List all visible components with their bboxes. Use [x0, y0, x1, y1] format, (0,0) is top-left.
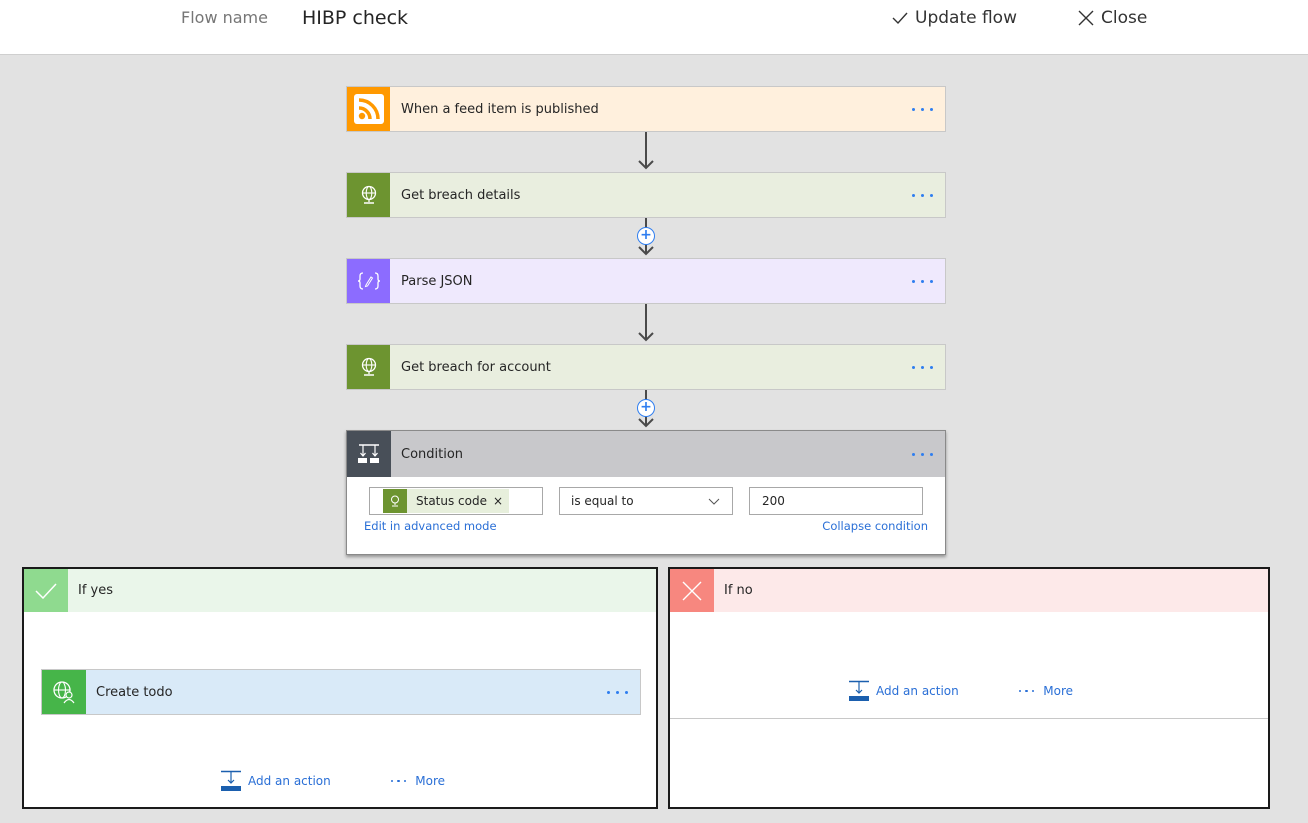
condition-value: 200 [762, 494, 785, 508]
if-no-branch: If no Add an action More [668, 567, 1270, 809]
operator-value: is equal to [571, 494, 634, 508]
token-label: Status code [416, 494, 487, 508]
step-title: Parse JSON [401, 273, 473, 289]
more-label: More [1043, 684, 1074, 698]
close-button[interactable]: Close [1078, 8, 1147, 28]
operator-dropdown[interactable]: is equal to [559, 487, 733, 515]
rss-icon [347, 87, 390, 131]
globe-user-icon [42, 670, 86, 714]
condition-left-operand[interactable]: Status code × [369, 487, 543, 515]
close-icon [1078, 10, 1094, 26]
step-title: Get breach details [401, 187, 521, 203]
if-no-header: If no [670, 569, 1268, 612]
status-code-token[interactable]: Status code × [383, 489, 510, 513]
condition-title: Condition [401, 446, 464, 462]
arrow-down-icon [638, 332, 654, 342]
step-card-feed-trigger[interactable]: When a feed item is published [346, 86, 946, 132]
globe-icon [347, 173, 390, 217]
more-options-icon[interactable] [912, 271, 933, 291]
top-bar: Flow name HIBP check Update flow Close [0, 0, 1308, 55]
if-yes-branch: If yes Create todo Add an action More [22, 567, 658, 809]
insert-step-button[interactable]: + [637, 399, 655, 417]
step-card-parse-json[interactable]: Parse JSON [346, 258, 946, 304]
checkmark-icon [24, 569, 68, 612]
condition-header[interactable]: Condition [347, 431, 945, 477]
add-action-label: Add an action [876, 684, 959, 698]
remove-token-icon[interactable]: × [493, 494, 509, 508]
more-button[interactable]: More [390, 774, 446, 788]
add-action-label: Add an action [248, 774, 331, 788]
checkmark-icon [892, 12, 908, 25]
add-action-button[interactable]: Add an action [848, 680, 959, 702]
more-options-icon[interactable] [912, 99, 933, 119]
step-title: Create todo [96, 684, 173, 700]
collapse-condition-link[interactable]: Collapse condition [822, 519, 928, 533]
globe-icon [383, 489, 407, 513]
add-action-icon [849, 680, 869, 701]
arrow-down-icon [638, 160, 654, 170]
yes-action-row: Add an action More [220, 770, 445, 792]
update-flow-label: Update flow [915, 8, 1017, 28]
more-options-icon[interactable] [607, 682, 628, 702]
flow-name-input[interactable]: HIBP check [302, 7, 408, 29]
json-icon [347, 259, 390, 303]
ellipsis-icon [1018, 689, 1035, 693]
step-card-get-breach-for-account[interactable]: Get breach for account [346, 344, 946, 390]
more-label: More [415, 774, 446, 788]
update-flow-button[interactable]: Update flow [892, 8, 1017, 28]
close-label: Close [1101, 8, 1148, 28]
if-no-title: If no [724, 583, 753, 598]
condition-value-input[interactable]: 200 [749, 487, 923, 515]
globe-icon [347, 345, 390, 389]
step-title: Get breach for account [401, 359, 551, 375]
if-yes-title: If yes [78, 583, 114, 598]
condition-icon [347, 431, 391, 477]
more-options-icon[interactable] [912, 185, 933, 205]
edit-advanced-mode-link[interactable]: Edit in advanced mode [364, 519, 497, 533]
if-yes-header: If yes [24, 569, 656, 612]
ellipsis-icon [390, 779, 407, 783]
no-action-row: Add an action More [848, 680, 1073, 702]
close-icon [670, 569, 714, 612]
add-action-button[interactable]: Add an action [220, 770, 331, 792]
condition-card: Condition Status code × is equal to 200 … [346, 430, 946, 555]
add-action-icon [221, 770, 241, 791]
chevron-down-icon [708, 498, 720, 505]
step-card-create-todo[interactable]: Create todo [41, 669, 641, 715]
insert-step-button[interactable]: + [637, 227, 655, 245]
flow-name-label: Flow name [181, 8, 268, 27]
more-button[interactable]: More [1018, 684, 1074, 698]
arrow-down-icon [638, 246, 654, 256]
arrow-down-icon [638, 418, 654, 428]
step-title: When a feed item is published [401, 101, 599, 117]
step-card-get-breach-details[interactable]: Get breach details [346, 172, 946, 218]
more-options-icon[interactable] [912, 357, 933, 377]
divider [670, 718, 1268, 719]
more-options-icon[interactable] [912, 444, 933, 464]
